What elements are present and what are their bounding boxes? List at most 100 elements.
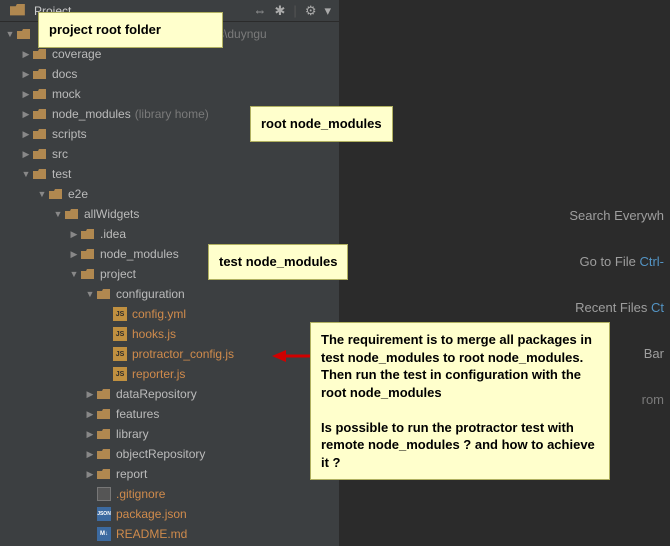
tree-node[interactable]: JSON package.json — [0, 504, 339, 524]
hint-rom: rom — [642, 392, 664, 407]
tree-label: test — [52, 167, 71, 181]
tree-label: report — [116, 467, 147, 481]
callout-requirement: The requirement is to merge all packages… — [310, 322, 610, 480]
expand-icon[interactable]: ▶ — [20, 49, 32, 60]
tree-label: configuration — [116, 287, 185, 301]
folder-icon — [32, 67, 48, 81]
tree-label: dataRepository — [116, 387, 197, 401]
collapse-icon[interactable]: ▼ — [68, 269, 80, 279]
tree-node[interactable]: ▶ library — [0, 424, 339, 444]
hint-gotofile: Go to File Ctrl- — [579, 254, 664, 269]
js-file-icon: JS — [112, 347, 128, 361]
collapse-icon[interactable]: ⇔ — [250, 3, 271, 18]
tree-node[interactable]: JS hooks.js — [0, 324, 339, 344]
expand-icon[interactable]: ▶ — [20, 149, 32, 160]
collapse-icon[interactable]: ▼ — [36, 189, 48, 199]
tree-node[interactable]: ▶ report — [0, 464, 339, 484]
expand-icon[interactable]: ▶ — [20, 89, 32, 100]
file-icon — [96, 487, 112, 501]
folder-icon — [48, 187, 64, 201]
tree-node[interactable]: .gitignore — [0, 484, 339, 504]
tree-label: node_modules — [52, 107, 131, 121]
tree-node[interactable]: ▶ mock — [0, 84, 339, 104]
tree-label: .gitignore — [116, 487, 165, 501]
folder-icon — [80, 267, 96, 281]
tree-label: docs — [52, 67, 77, 81]
tree-label: config.yml — [132, 307, 186, 321]
tree-node[interactable]: ▶ features — [0, 404, 339, 424]
folder-icon — [32, 87, 48, 101]
folder-icon — [96, 447, 112, 461]
divider: | — [289, 3, 300, 18]
tree-label: src — [52, 147, 68, 161]
tree-node[interactable]: ▶ objectRepository — [0, 444, 339, 464]
expand-icon[interactable]: ▶ — [68, 249, 80, 260]
hide-icon[interactable]: ▾ — [320, 3, 335, 19]
tree-node[interactable]: ▶ src — [0, 144, 339, 164]
tree-node[interactable]: ▶ dataRepository — [0, 384, 339, 404]
collapse-icon[interactable]: ▼ — [84, 289, 96, 299]
tree-label: library — [116, 427, 149, 441]
folder-icon — [32, 167, 48, 181]
folder-icon — [96, 427, 112, 441]
folder-icon — [96, 287, 112, 301]
tree-label: .idea — [100, 227, 126, 241]
expand-icon[interactable]: ▶ — [68, 229, 80, 240]
project-tree: ▼ t (C:\Users\duyngu ▶coverage▶docs▶mock… — [0, 22, 339, 546]
folder-icon — [16, 27, 32, 41]
tree-label: features — [116, 407, 159, 421]
js-file-icon: JS — [112, 307, 128, 321]
gear-icon[interactable]: ⚙ — [301, 3, 321, 19]
tree-node[interactable]: ▶ docs — [0, 64, 339, 84]
tree-label: package.json — [116, 507, 187, 521]
expand-icon[interactable]: ▶ — [84, 389, 96, 400]
callout-root: project root folder — [38, 12, 223, 48]
folder-icon — [32, 47, 48, 61]
tree-label: scripts — [52, 127, 87, 141]
tree-label: hooks.js — [132, 327, 176, 341]
folder-icon — [32, 107, 48, 121]
hint-search: Search Everywh — [569, 208, 664, 223]
tree-label: e2e — [68, 187, 88, 201]
folder-icon — [32, 127, 48, 141]
tree-label: node_modules — [100, 247, 179, 261]
hint-recent: Recent Files Ct — [575, 300, 664, 315]
tree-label: project — [100, 267, 136, 281]
expand-icon[interactable]: ▶ — [20, 129, 32, 140]
tree-node[interactable]: ▼ test — [0, 164, 339, 184]
tree-node[interactable]: ▼ configuration — [0, 284, 339, 304]
js-file-icon: JS — [112, 327, 128, 341]
expand-icon[interactable]: ▶ — [20, 109, 32, 120]
folder-icon — [80, 247, 96, 261]
collapse-icon[interactable]: ▼ — [20, 169, 32, 179]
tree-node[interactable]: ▶ .idea — [0, 224, 339, 244]
expand-icon[interactable]: ▶ — [84, 449, 96, 460]
expand-icon[interactable]: ▶ — [84, 469, 96, 480]
json-file-icon: JSON — [96, 507, 112, 521]
tree-node[interactable]: M↓README.md — [0, 524, 339, 544]
tree-label: README.md — [116, 527, 187, 541]
collapse-icon[interactable]: ▼ — [52, 209, 64, 219]
tree-label: protractor_config.js — [132, 347, 234, 361]
expand-icon[interactable]: ▶ — [84, 409, 96, 420]
target-icon[interactable]: ✱ — [271, 3, 290, 19]
tree-label: allWidgets — [84, 207, 139, 221]
tree-node[interactable]: JS reporter.js — [0, 364, 339, 384]
folder-icon — [96, 467, 112, 481]
folder-icon — [64, 207, 80, 221]
folder-icon — [32, 147, 48, 161]
tree-node[interactable]: ▼ allWidgets — [0, 204, 339, 224]
tree-label: objectRepository — [116, 447, 205, 461]
expand-icon[interactable]: ▶ — [20, 69, 32, 80]
js-file-icon: JS — [112, 367, 128, 381]
tree-node[interactable]: ▼ e2e — [0, 184, 339, 204]
tree-label: reporter.js — [132, 367, 185, 381]
tree-label: mock — [52, 87, 81, 101]
callout-rootnm: root node_modules — [250, 106, 393, 142]
folder-icon — [10, 4, 26, 18]
folder-icon — [96, 387, 112, 401]
expand-icon[interactable]: ▶ — [84, 429, 96, 440]
hint-bar: Bar — [644, 346, 664, 361]
expand-icon[interactable]: ▼ — [4, 29, 16, 39]
tree-node[interactable]: JS config.yml — [0, 304, 339, 324]
